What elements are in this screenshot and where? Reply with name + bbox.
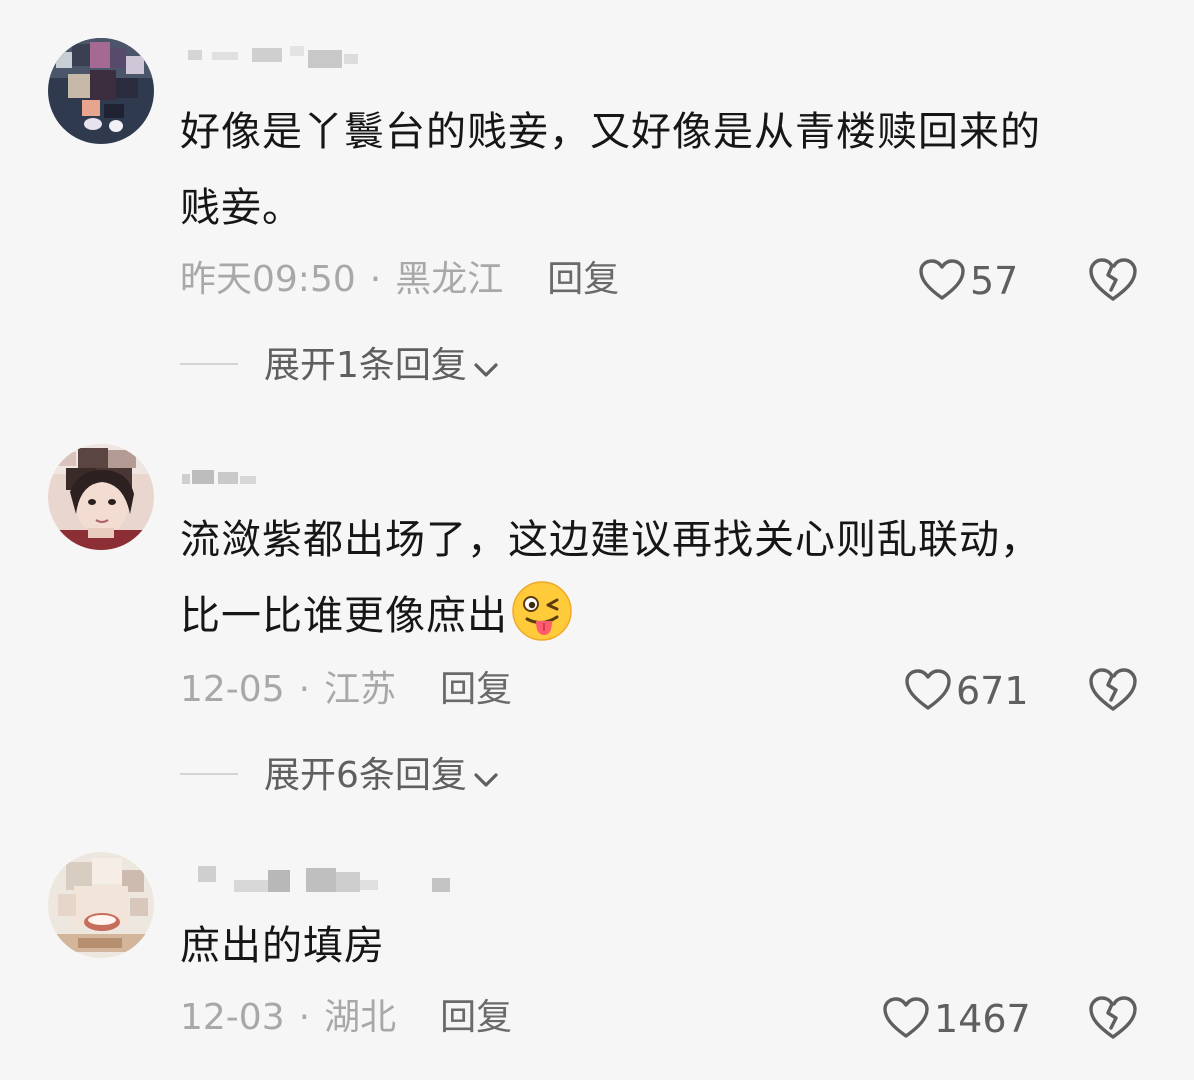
meta-separator: · [369,259,382,300]
user-avatar-cartoon-icon [48,444,154,550]
comment-text: 庶出的填房 [180,908,385,984]
chevron-down-icon [474,363,498,377]
comment-location: 黑龙江 [395,259,504,300]
dislike-button[interactable] [1086,256,1140,304]
comment-time: 12-03 [180,997,285,1038]
comment-text-line: 庶出的填房 [180,923,385,969]
username-blurred[interactable] [182,862,462,892]
user-avatar-icon [48,852,154,958]
heart-outline-icon [883,997,929,1038]
username-blurred[interactable] [182,40,362,70]
comment-text-line: 流潋紫都出场了，这边建议再找关心则乱联动， [180,517,1041,563]
expand-replies-label: 展开6条回复 [264,755,467,796]
like-button[interactable]: 671 [904,668,1029,713]
like-count: 671 [956,669,1029,713]
comment-location: 江苏 [324,669,397,710]
wink-tongue-emoji-icon [512,581,572,641]
broken-heart-icon [1089,668,1137,711]
blurred-username-icon [188,46,358,68]
like-count: 57 [970,259,1019,303]
comment-meta: 昨天09:50 · 黑龙江 回复 [180,258,619,302]
broken-heart-icon [1089,258,1137,301]
reply-button[interactable]: 回复 [440,669,512,710]
comment-text-line: 好像是丫鬟台的贱妾，又好像是从青楼赎回来的 [180,109,1041,155]
divider-line [180,363,238,365]
avatar[interactable] [48,852,154,958]
expand-replies-button[interactable]: 展开6条回复 [180,754,501,798]
blurred-username-icon [198,866,450,892]
dislike-button[interactable] [1086,994,1140,1042]
dislike-button[interactable] [1086,666,1140,714]
reply-button[interactable]: 回复 [547,259,619,300]
comment-time: 昨天09:50 [180,259,356,300]
avatar[interactable] [48,444,154,550]
comment-location: 湖北 [324,997,397,1038]
like-count: 1467 [934,997,1031,1041]
comment-text: 好像是丫鬟台的贱妾，又好像是从青楼赎回来的 贱妾。 [180,94,1041,246]
username-blurred[interactable] [182,462,362,492]
expand-replies-button[interactable]: 展开1条回复 [180,344,501,388]
user-avatar-icon [48,38,154,144]
heart-outline-icon [919,259,965,300]
comment-text-line-with-emoji: 比一比谁更像庶出 [180,578,1041,654]
chevron-down-icon [474,773,498,787]
avatar[interactable] [48,38,154,144]
comment-meta: 12-03 · 湖北 回复 [180,996,512,1040]
comment-text: 流潋紫都出场了，这边建议再找关心则乱联动， 比一比谁更像庶出 [180,502,1041,654]
expand-replies-label: 展开1条回复 [264,345,467,386]
meta-separator: · [298,669,311,710]
meta-separator: · [298,997,311,1038]
blurred-username-icon [182,470,256,484]
reply-button[interactable]: 回复 [440,997,512,1038]
comment-text-line: 贱妾。 [180,185,303,231]
heart-outline-icon [905,669,951,710]
like-button[interactable]: 1467 [882,996,1031,1041]
divider-line [180,773,238,775]
comment-time: 12-05 [180,669,285,710]
like-button[interactable]: 57 [918,258,1019,303]
comment-meta: 12-05 · 江苏 回复 [180,668,512,712]
comment-text-line: 比一比谁更像庶出 [180,593,508,639]
broken-heart-icon [1089,996,1137,1039]
